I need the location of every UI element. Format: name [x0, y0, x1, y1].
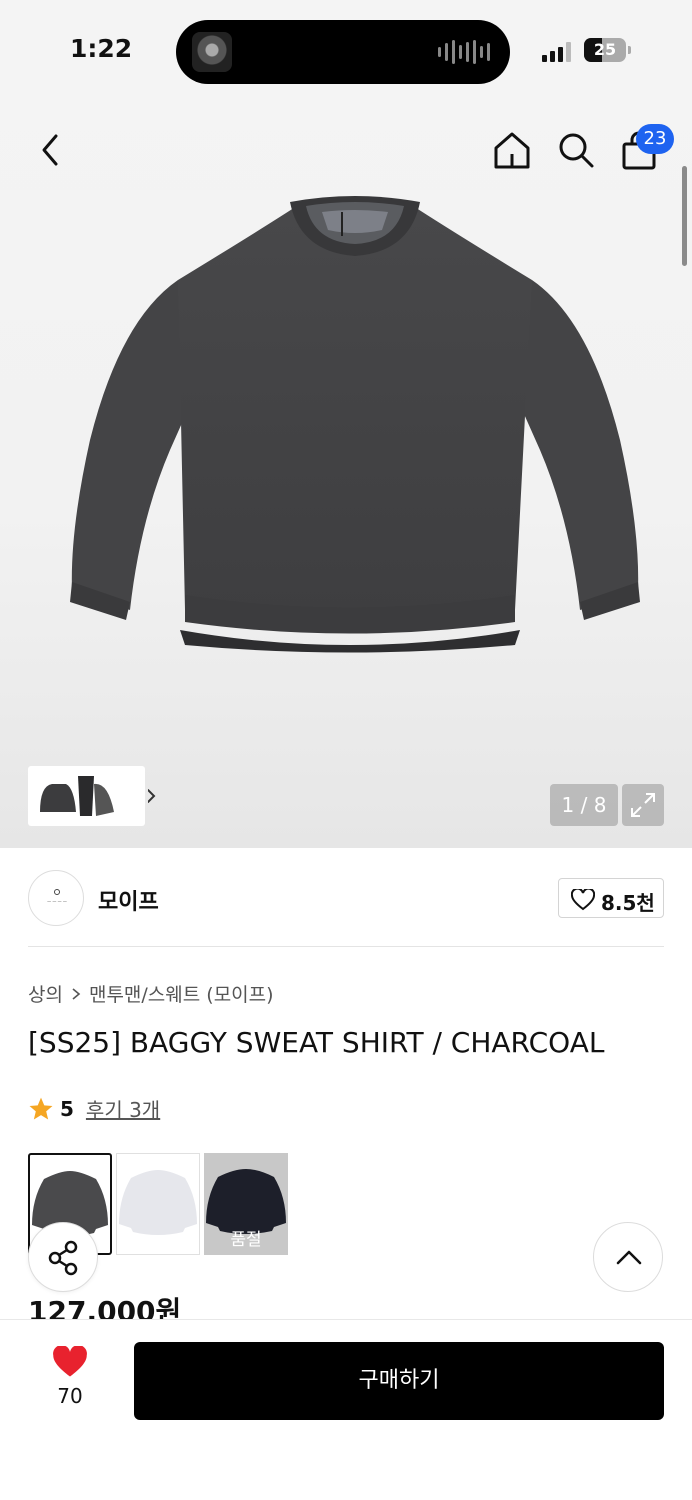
brand-logo[interactable]: — — — — — [28, 870, 84, 926]
chevron-up-icon — [616, 1250, 642, 1265]
thumbnail-image — [40, 776, 114, 816]
swatch-image — [119, 1170, 197, 1235]
brand-row[interactable]: — — — — 모이프 8.5천 — [28, 868, 664, 928]
gallery-thumbnail-strip[interactable] — [28, 766, 156, 826]
battery-icon: 25 — [584, 38, 626, 62]
chevron-right-icon — [72, 987, 81, 1000]
wishlist-count: 70 — [57, 1384, 83, 1408]
breadcrumb-subcategory[interactable]: 맨투맨/스웨트 (모이프) — [89, 980, 274, 1007]
cart-count-badge: 23 — [636, 124, 674, 154]
search-icon[interactable] — [554, 128, 598, 172]
heart-outline-icon — [571, 889, 595, 911]
chevron-right-icon — [148, 789, 156, 803]
home-icon[interactable] — [490, 128, 534, 172]
product-title: [SS25] BAGGY SWEAT SHIRT / CHARCOAL — [28, 1026, 605, 1059]
breadcrumb: 상의 맨투맨/스웨트 (모이프) — [28, 980, 274, 1007]
product-gallery[interactable]: 1:22 25 23 1 / 8 — [0, 0, 692, 848]
dynamic-island — [176, 20, 510, 84]
star-icon — [29, 1097, 53, 1120]
share-icon — [48, 1240, 78, 1276]
color-swatch-white[interactable] — [116, 1153, 200, 1255]
status-bar: 1:22 25 — [0, 0, 692, 104]
now-playing-artwork — [192, 32, 232, 72]
brand-name[interactable]: 모이프 — [98, 884, 159, 916]
wishlist-button[interactable]: 70 — [40, 1345, 100, 1408]
scrollbar[interactable] — [682, 166, 687, 266]
heart-filled-icon — [53, 1345, 87, 1377]
brand-like-count: 8.5천 — [601, 891, 655, 915]
bottom-action-bar: 70 구매하기 — [0, 1319, 692, 1500]
cellular-signal-icon — [542, 40, 571, 62]
divider — [28, 946, 664, 947]
expand-icon[interactable] — [622, 784, 664, 826]
reviews-link[interactable]: 후기 3개 — [86, 1094, 160, 1123]
battery-level: 25 — [593, 40, 617, 59]
buy-button[interactable]: 구매하기 — [134, 1342, 664, 1420]
status-time: 1:22 — [70, 34, 133, 63]
soldout-label: 품절 — [230, 1230, 262, 1250]
battery-cap — [628, 46, 631, 54]
gallery-counter: 1 / 8 — [550, 784, 618, 826]
scroll-to-top-button[interactable] — [593, 1222, 663, 1292]
audio-waveform-icon — [438, 40, 490, 64]
rating-score: 5 — [60, 1096, 74, 1121]
share-button[interactable] — [28, 1222, 98, 1292]
brand-like-button[interactable]: 8.5천 — [558, 878, 664, 918]
rating-row: 5 후기 3개 — [28, 1094, 160, 1123]
back-icon[interactable] — [34, 130, 66, 170]
sweatshirt-product-image — [70, 196, 640, 653]
breadcrumb-category[interactable]: 상의 — [28, 980, 63, 1007]
color-swatch-navy[interactable]: 품절 — [204, 1153, 288, 1255]
